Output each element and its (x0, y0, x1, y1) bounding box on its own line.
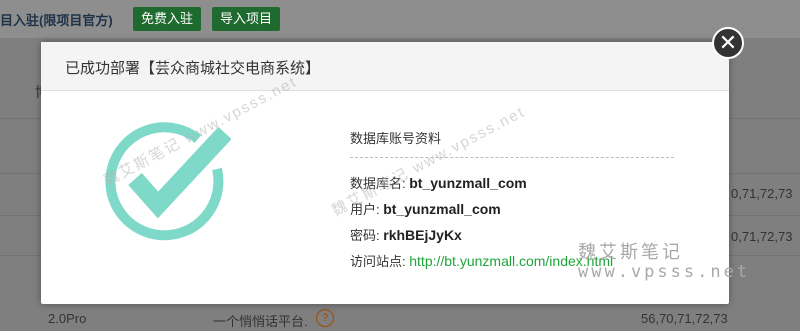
user-value: bt_yunzmall_com (383, 201, 501, 217)
db-name-row: 数据库名: bt_yunzmall_com (350, 173, 527, 192)
watermark-url: www.vpsss.net (578, 262, 751, 282)
db-name-value: bt_yunzmall_com (409, 175, 527, 191)
dashed-divider (350, 157, 674, 158)
database-info-heading: 数据库账号资料 (350, 131, 442, 146)
user-row: 用户: bt_yunzmall_com (350, 199, 501, 218)
help-icon[interactable]: ? (316, 309, 334, 327)
success-check-icon (105, 117, 232, 243)
table-cell-codes: 0,71,72,73 (731, 186, 793, 201)
dialog-title: 已成功部署【芸众商城社交电商系统】 (65, 60, 321, 77)
table-cell-codes: 56,70,71,72,73 (641, 311, 728, 326)
dialog-header: 已成功部署【芸众商城社交电商系统】 (41, 42, 729, 91)
user-label: 用户: (350, 202, 380, 217)
password-label: 密码: (350, 228, 380, 243)
table-cell-version: 2.0Pro (48, 311, 87, 326)
free-join-button[interactable]: 免费入驻 (133, 7, 202, 31)
close-dialog-button[interactable]: ✕ (712, 27, 744, 59)
watermark-text: 魏艾斯笔记 (578, 242, 683, 263)
site-row: 访问站点: http://bt.yunzmall.com/index.html (350, 251, 613, 270)
table-cell-codes: 0,71,72,73 (731, 229, 793, 244)
background-header-text: 目入驻(限项目官方) (0, 13, 113, 28)
db-name-label: 数据库名: (350, 176, 406, 191)
background-topbar: 目入驻(限项目官方) 免费入驻 导入项目 (0, 0, 800, 38)
site-label: 访问站点: (350, 254, 406, 269)
table-cell-description: 一个悄悄话平台. (213, 314, 308, 329)
import-project-button[interactable]: 导入项目 (212, 7, 281, 31)
password-row: 密码: rkhBEjJyKx (350, 225, 462, 244)
password-value: rkhBEjJyKx (383, 227, 462, 243)
